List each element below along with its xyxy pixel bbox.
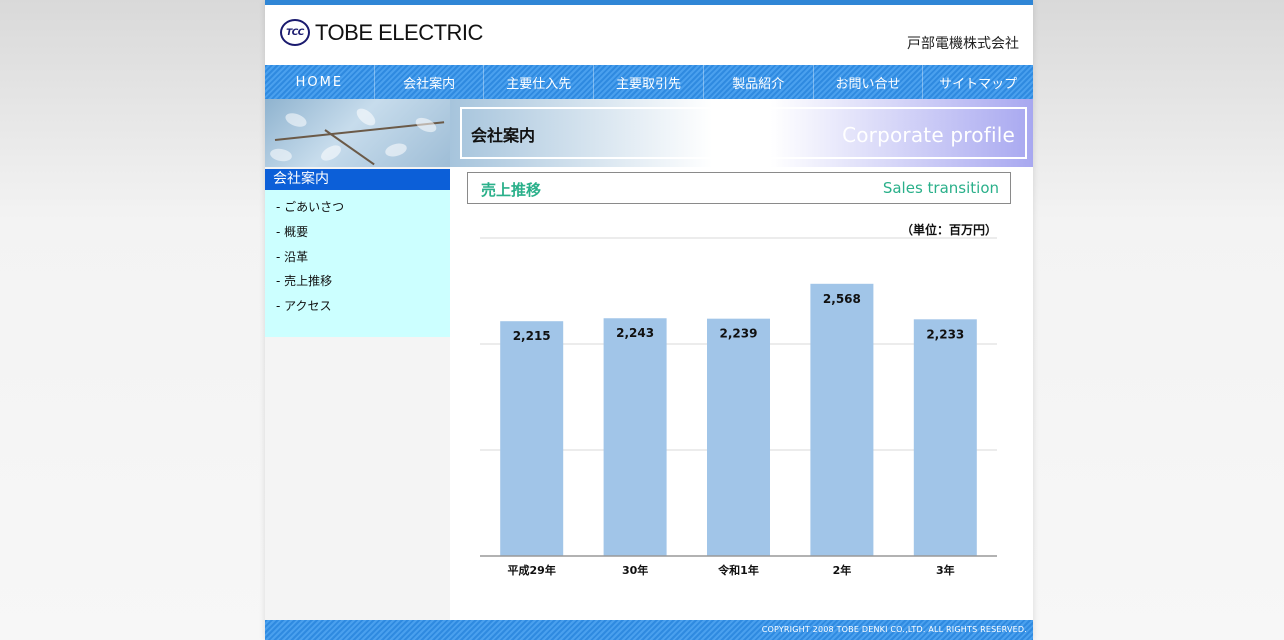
bar-value-label: 2,568 xyxy=(823,292,861,306)
nav-item-contact[interactable]: お問い合せ xyxy=(814,65,924,99)
sales-bar-chart: 2,215 平成29年 2,243 30年 2,239 令和1年 2,568 2年 2,233 3… xyxy=(480,237,997,577)
nav-item-company[interactable]: 会社案内 xyxy=(375,65,485,99)
sidebar-heading[interactable]: 会社案内 xyxy=(265,169,450,190)
sidebar-item-overview[interactable]: - 概要 xyxy=(276,223,308,240)
leaf-shape xyxy=(383,141,409,159)
leaf-banner-image xyxy=(265,99,450,167)
logo[interactable]: TCC TOBE ELECTRIC xyxy=(280,19,483,46)
page-title: 会社案内 xyxy=(471,126,536,145)
leaf-shape xyxy=(413,114,439,136)
sidebar-menu: - ごあいさつ - 概要 - 沿革 - 売上推移 - アクセス xyxy=(265,190,450,337)
bar-value-label: 2,233 xyxy=(926,327,964,341)
section-title: 売上推移 xyxy=(481,181,542,199)
bar xyxy=(913,319,977,556)
x-tick-label: 30年 xyxy=(622,563,648,577)
nav-item-customers[interactable]: 主要取引先 xyxy=(594,65,704,99)
logo-text: TOBE ELECTRIC xyxy=(315,19,483,45)
nav-item-products[interactable]: 製品紹介 xyxy=(704,65,814,99)
bar xyxy=(707,318,770,556)
section-header: 売上推移 Sales transition xyxy=(467,172,1011,204)
footer: COPYRIGHT 2008 TOBE DENKI CO.,LTD. ALL R… xyxy=(265,620,1033,640)
bar xyxy=(500,321,564,556)
main-nav: HOME 会社案内 主要仕入先 主要取引先 製品紹介 お問い合せ サイトマップ xyxy=(265,65,1033,99)
bar xyxy=(810,283,874,556)
bar-value-label: 2,239 xyxy=(720,327,758,341)
copyright-text: COPYRIGHT 2008 TOBE DENKI CO.,LTD. ALL R… xyxy=(761,625,1027,634)
leaf-shape xyxy=(283,110,309,130)
header: TCC TOBE ELECTRIC 戸部電機株式会社 xyxy=(265,5,1033,65)
company-name: 戸部電機株式会社 xyxy=(907,36,1019,52)
sidebar-item-access[interactable]: - アクセス xyxy=(276,297,332,314)
x-tick-label: 令和1年 xyxy=(717,563,759,577)
bar-value-label: 2,243 xyxy=(616,326,654,340)
sidebar-item-history[interactable]: - 沿革 xyxy=(276,248,308,265)
page-container: TCC TOBE ELECTRIC 戸部電機株式会社 HOME 会社案内 主要仕… xyxy=(265,0,1033,640)
page-title-en: Corporate profile xyxy=(842,123,1015,147)
logo-mark-icon: TCC xyxy=(280,19,310,46)
nav-item-sitemap[interactable]: サイトマップ xyxy=(923,65,1033,99)
sidebar-item-sales[interactable]: - 売上推移 xyxy=(276,272,332,289)
x-tick-label: 2年 xyxy=(833,563,852,577)
bar xyxy=(603,318,667,556)
x-tick-label: 3年 xyxy=(936,563,955,577)
title-banner: 会社案内 Corporate profile xyxy=(450,99,1033,167)
sidebar-item-greeting[interactable]: - ごあいさつ xyxy=(276,198,344,215)
sidebar: 会社案内 - ごあいさつ - 概要 - 沿革 - 売上推移 - アクセス xyxy=(265,167,450,620)
main-content: 売上推移 Sales transition （単位：百万円） 2,215 平成29… xyxy=(450,167,1033,620)
leaf-shape xyxy=(318,142,344,164)
leaf-shape xyxy=(353,105,379,129)
nav-item-home[interactable]: HOME xyxy=(265,65,375,99)
bar-value-label: 2,215 xyxy=(513,329,551,343)
leaf-shape xyxy=(269,147,293,163)
x-tick-label: 平成29年 xyxy=(508,563,556,577)
section-title-en: Sales transition xyxy=(882,179,999,197)
nav-item-suppliers[interactable]: 主要仕入先 xyxy=(484,65,595,99)
